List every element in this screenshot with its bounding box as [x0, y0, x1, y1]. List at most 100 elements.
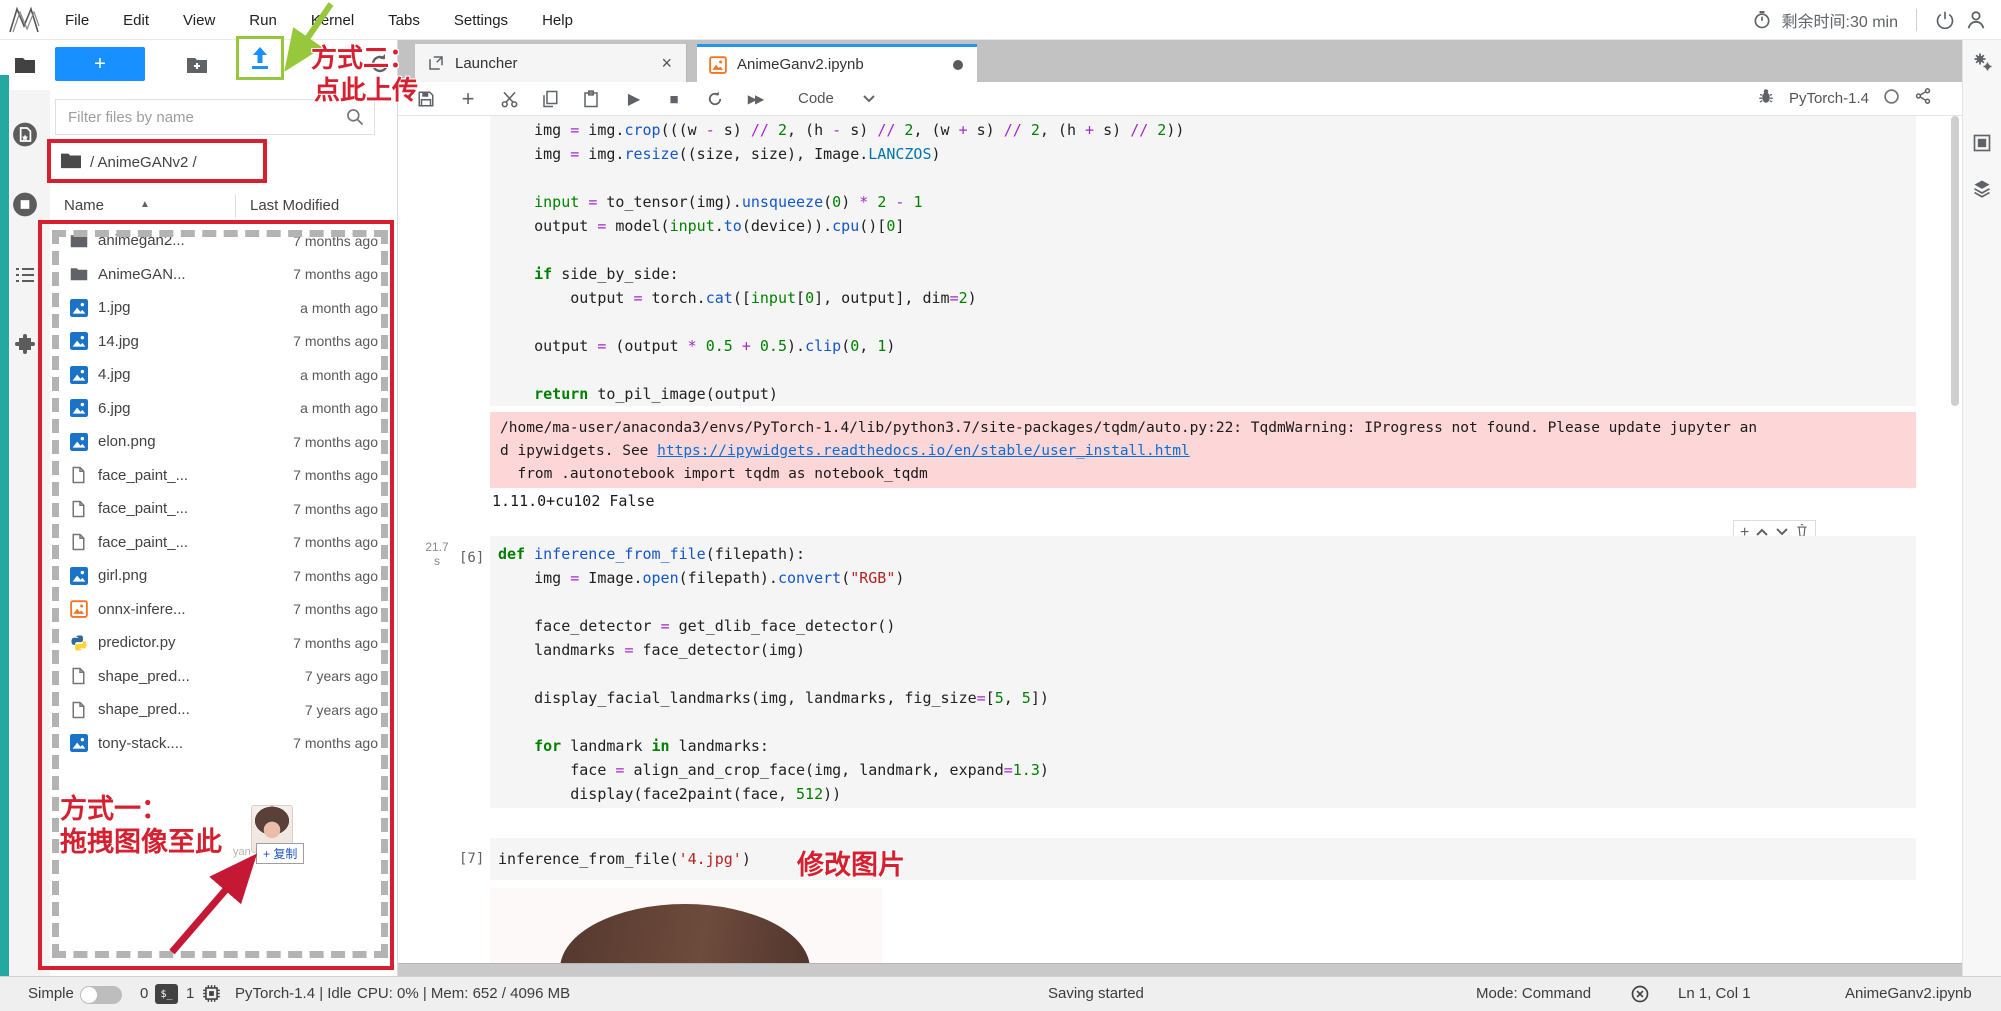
search-icon	[345, 107, 365, 132]
column-name[interactable]: Name	[64, 197, 104, 214]
file-modified: 7 months ago	[293, 232, 378, 249]
kernels-count: 1	[186, 985, 195, 1002]
toggle-knob	[81, 987, 97, 1003]
command-mode[interactable]: Mode: Command	[1476, 985, 1591, 1002]
file-file-icon	[70, 701, 88, 719]
debugger-bug-icon[interactable]	[1757, 87, 1775, 109]
file-row[interactable]: shape_pred... 7 years ago	[50, 693, 394, 727]
power-icon[interactable]	[1935, 10, 1955, 30]
folder-file-icon	[70, 265, 88, 283]
menu-view[interactable]: View	[166, 12, 232, 29]
stdout-text: 1.11.0+cu102 False	[492, 492, 655, 510]
file-modified: 7 months ago	[293, 735, 378, 752]
close-icon[interactable]: ×	[661, 53, 672, 74]
cursor-position[interactable]: Ln 1, Col 1	[1678, 985, 1751, 1002]
code-line: from .autonotebook import tqdm as notebo…	[500, 466, 928, 482]
cell-7-prompt: [7]	[459, 851, 485, 867]
file-row[interactable]: animegan2... 7 months ago	[50, 224, 394, 258]
file-modified: 7 months ago	[293, 433, 378, 450]
file-row[interactable]: AnimeGAN... 7 months ago	[50, 258, 394, 292]
code-line: output = model(input.to(device)).cpu()[0…	[498, 217, 905, 235]
share-icon[interactable]	[1914, 87, 1932, 109]
cut-cells-icon[interactable]	[497, 87, 521, 111]
code-cell-1-editor[interactable]: img = img.crop(((w - s) // 2, (h - s) //…	[490, 116, 1916, 406]
menu-help[interactable]: Help	[525, 12, 590, 29]
new-folder-icon[interactable]	[185, 53, 209, 82]
menu-settings[interactable]: Settings	[437, 12, 525, 29]
menu-tabs[interactable]: Tabs	[371, 12, 437, 29]
annotation-method2-text: 点此上传	[314, 75, 419, 105]
menu-file[interactable]: File	[48, 12, 106, 29]
file-row[interactable]: shape_pred... 7 years ago	[50, 660, 394, 694]
file-row[interactable]: 6.jpg a month ago	[50, 392, 394, 426]
terminal-icon[interactable]: $_	[155, 984, 178, 1004]
restart-kernel-icon[interactable]	[703, 87, 727, 111]
extensions-icon[interactable]	[12, 332, 38, 358]
simple-mode-toggle[interactable]	[80, 986, 122, 1004]
file-name: 14.jpg	[98, 332, 139, 350]
file-name: predictor.py	[98, 634, 176, 652]
breadcrumb-annotation-box	[47, 139, 267, 183]
warning-link[interactable]: https://ipywidgets.readthedocs.io/en/sta…	[657, 443, 1190, 459]
code-line: if side_by_side:	[534, 265, 679, 283]
file-row[interactable]: elon.png 7 months ago	[50, 425, 394, 459]
file-row[interactable]: onnx-infere... 7 months ago	[50, 593, 394, 627]
kernel-chip-icon[interactable]	[202, 984, 221, 1007]
code-cell-7-editor[interactable]: inference_from_file('4.jpg')	[490, 838, 1916, 880]
file-browser-icon[interactable]	[12, 52, 38, 78]
file-name: face_paint_...	[98, 466, 189, 484]
code-cell-6-editor[interactable]: def inference_from_file(filepath): img =…	[490, 536, 1916, 808]
running-sessions-icon[interactable]	[12, 121, 38, 147]
file-row[interactable]: girl.png 7 months ago	[50, 559, 394, 593]
file-row[interactable]: 4.jpg a month ago	[50, 358, 394, 392]
stop-sessions-icon[interactable]	[12, 191, 38, 217]
file-modified: 7 months ago	[293, 601, 378, 618]
file-row[interactable]: 14.jpg 7 months ago	[50, 325, 394, 359]
debugger-panel-icon[interactable]	[1972, 133, 1994, 155]
code-line: /home/ma-user/anaconda3/envs/PyTorch-1.4…	[500, 420, 1758, 436]
code-line: for landmark in landmarks:	[534, 737, 769, 755]
python-file-icon	[70, 634, 88, 652]
sort-asc-icon[interactable]: ▲	[140, 199, 150, 210]
image-file-icon	[70, 298, 88, 317]
run-cell-icon[interactable]: ▶	[622, 87, 646, 111]
girl-photo	[560, 904, 810, 963]
code-line: return to_pil_image(output)	[534, 385, 778, 403]
upload-icon[interactable]	[248, 45, 272, 76]
horizontal-scrollbar[interactable]	[398, 963, 1962, 976]
restart-run-all-icon[interactable]: ▶▶	[743, 87, 767, 111]
kernel-status[interactable]: PyTorch-1.4 | Idle	[235, 985, 351, 1002]
trust-shield-icon[interactable]	[1630, 984, 1650, 1008]
file-name: 4.jpg	[98, 366, 131, 384]
kernel-name[interactable]: PyTorch-1.4	[1789, 90, 1869, 107]
tab-notebook-active[interactable]: AnimeGanv2.ipynb	[697, 44, 977, 82]
paste-cells-icon[interactable]	[579, 87, 603, 111]
user-icon[interactable]	[1965, 9, 1987, 31]
table-of-contents-icon[interactable]	[12, 262, 38, 288]
property-inspector-icon[interactable]	[1971, 50, 1993, 72]
file-row[interactable]: face_paint_... 7 months ago	[50, 459, 394, 493]
file-row[interactable]: 1.jpg a month ago	[50, 291, 394, 325]
menu-edit[interactable]: Edit	[106, 12, 166, 29]
stop-kernel-icon[interactable]: ■	[662, 87, 686, 111]
copy-cells-icon[interactable]	[538, 87, 562, 111]
file-modified: a month ago	[300, 299, 378, 316]
vertical-scrollbar[interactable]	[1951, 116, 1959, 406]
file-modified: 7 months ago	[293, 567, 378, 584]
column-last-modified[interactable]: Last Modified	[250, 197, 339, 214]
tab-launcher[interactable]: Launcher ×	[415, 44, 687, 82]
file-row[interactable]: tony-stack.... 7 months ago	[50, 727, 394, 761]
statusbar-filename: AnimeGanv2.ipynb	[1845, 985, 1972, 1002]
new-launcher-button[interactable]: +	[55, 47, 145, 81]
file-row[interactable]: face_paint_... 7 months ago	[50, 492, 394, 526]
kernel-idle-icon	[1883, 88, 1900, 109]
file-row[interactable]: face_paint_... 7 months ago	[50, 526, 394, 560]
code-line: def inference_from_file(filepath):	[498, 545, 806, 563]
layers-panel-icon[interactable]	[1972, 178, 1994, 200]
add-cell-icon[interactable]: +	[456, 86, 480, 111]
modelarts-logo-icon	[8, 6, 40, 34]
cell-type-select[interactable]: Code	[798, 85, 910, 112]
tab-notebook-label: AnimeGanv2.ipynb	[737, 56, 864, 73]
file-row[interactable]: predictor.py 7 months ago	[50, 626, 394, 660]
